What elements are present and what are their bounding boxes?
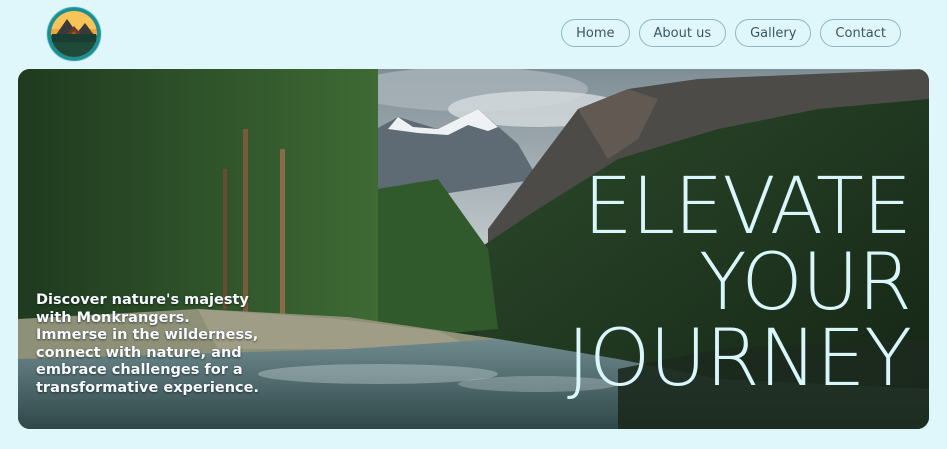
headline-line-1: ELEVATE [583, 162, 912, 252]
hero-banner: Discover nature's majesty with Monkrange… [18, 69, 929, 429]
brand-logo[interactable] [47, 7, 101, 61]
headline-line-3: JOURNEY [567, 314, 912, 404]
nav-about-button[interactable]: About us [638, 19, 727, 47]
nav-gallery-button[interactable]: Gallery [735, 19, 812, 47]
nav-contact-button[interactable]: Contact [820, 19, 901, 47]
hero-intro-text: Discover nature's majesty with Monkrange… [36, 292, 259, 396]
mountain-cabin-logo-icon [48, 8, 100, 60]
hero-headline: ELEVATE YOUR JOURNEY [441, 162, 912, 404]
headline-line-2: YOUR [698, 238, 912, 328]
nav-home-button[interactable]: Home [561, 19, 630, 47]
page: Home About us Gallery Contact Discover n… [0, 0, 947, 449]
main-nav: Home About us Gallery Contact [561, 19, 901, 47]
